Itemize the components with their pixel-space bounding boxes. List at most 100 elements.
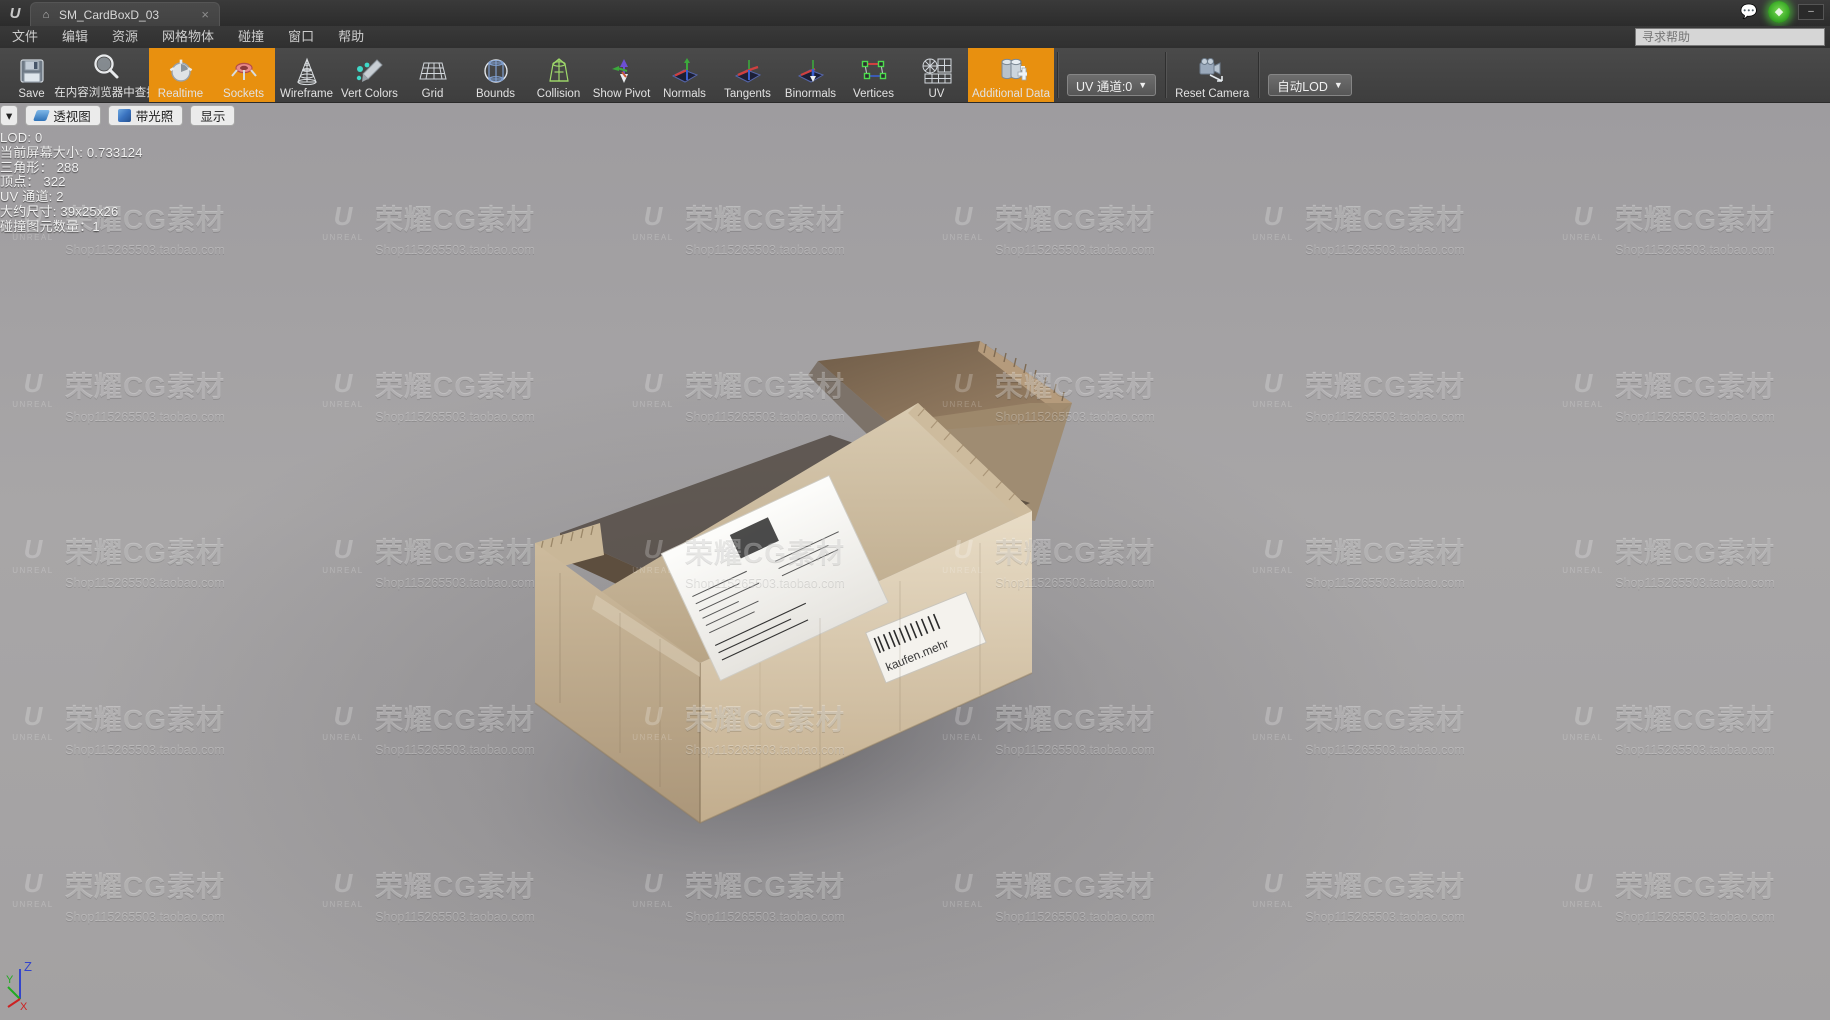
title-bar: U ⌂ SM_CardBoxD_03 × 💬 ◆ – <box>0 0 1830 26</box>
perspective-icon <box>33 109 51 121</box>
svg-text:Z: Z <box>24 959 32 974</box>
grid-button[interactable]: Grid <box>401 48 464 102</box>
tangents-icon <box>733 54 763 87</box>
ue-orb-icon[interactable]: ◆ <box>1768 0 1790 23</box>
viewport-toolbar: ▾ 透视图 带光照 显示 <box>0 103 1830 127</box>
stat-uv-channels: UV 通道: 2 <box>0 189 64 205</box>
show-label: 显示 <box>200 109 226 124</box>
show-pivot-label: Show Pivot <box>592 88 651 100</box>
stat-lod: LOD: 0 <box>0 130 43 145</box>
vert-colors-label: Vert Colors <box>341 88 398 100</box>
close-icon[interactable]: × <box>195 7 209 22</box>
tangents-button[interactable]: Tangents <box>716 48 779 102</box>
sockets-icon <box>229 54 259 87</box>
uv-channel-label: UV 通道:0 <box>1076 79 1133 94</box>
auto-lod-dropdown[interactable]: 自动LOD ▼ <box>1268 74 1352 96</box>
svg-text:Y: Y <box>6 974 14 986</box>
menu-item-window[interactable]: 窗口 <box>276 26 326 48</box>
collision-label: Collision <box>536 88 581 100</box>
additional-data-label: Additional Data <box>972 88 1050 100</box>
realtime-button[interactable]: Realtime <box>149 48 212 102</box>
reset-camera-icon <box>1196 54 1228 87</box>
wireframe-label: Wireframe <box>279 88 334 100</box>
additional-data-icon <box>995 54 1027 87</box>
browse-icon <box>91 50 121 83</box>
binormals-icon <box>796 54 826 87</box>
help-search-input[interactable] <box>1635 28 1825 46</box>
toolbar-separator-3 <box>1258 52 1260 98</box>
document-tab[interactable]: ⌂ SM_CardBoxD_03 × <box>30 2 220 26</box>
uv-channel-dropdown[interactable]: UV 通道:0 ▼ <box>1067 74 1157 96</box>
perspective-dropdown[interactable]: 透视图 <box>25 104 101 126</box>
wireframe-button[interactable]: Wireframe <box>275 48 338 102</box>
find-in-content-browser-button[interactable]: 在内容浏览器中查找 <box>54 48 158 102</box>
tangents-label: Tangents <box>724 88 771 100</box>
viewport-stats: LOD: 0 当前屏幕大小: 0.733124 三角形： 288 顶点： 322… <box>0 131 143 234</box>
find-in-content-browser-label: 在内容浏览器中查找 <box>54 87 158 99</box>
additional-data-button[interactable]: Additional Data <box>968 48 1054 102</box>
collision-icon <box>544 54 574 87</box>
reset-camera-button[interactable]: Reset Camera <box>1169 48 1255 102</box>
stat-vertices: 顶点： 322 <box>0 174 66 190</box>
auto-lod-label: 自动LOD <box>1277 79 1328 94</box>
cardboard-box-model: kaufen.mehr <box>467 341 1113 910</box>
save-icon <box>18 54 46 87</box>
lit-dropdown[interactable]: 带光照 <box>107 104 184 126</box>
realtime-label: Realtime <box>157 88 204 100</box>
menu-item-collision[interactable]: 碰撞 <box>226 26 276 48</box>
normals-icon <box>670 54 700 87</box>
main-toolbar: Save 在内容浏览器中查找 Realtime Sockets Wirefram… <box>0 48 1830 103</box>
vert-colors-button[interactable]: Vert Colors <box>338 48 401 102</box>
ue-logo-icon: U <box>9 4 21 22</box>
auto-lod-combo-wrap: 自动LOD ▼ <box>1262 48 1358 102</box>
grid-label: Grid <box>421 88 444 100</box>
binormals-label: Binormals <box>784 88 837 100</box>
axis-gizmo: Z Y X <box>6 959 32 1012</box>
vert-colors-icon <box>355 54 385 87</box>
menu-item-help[interactable]: 帮助 <box>326 26 376 48</box>
collision-button[interactable]: Collision <box>527 48 590 102</box>
wireframe-icon <box>293 54 321 87</box>
document-tab-label: SM_CardBoxD_03 <box>59 7 160 22</box>
uv-label: UV <box>928 88 945 100</box>
vertices-button[interactable]: Vertices <box>842 48 905 102</box>
stat-screen-size: 当前屏幕大小: 0.733124 <box>0 144 143 160</box>
bounds-button[interactable]: Bounds <box>464 48 527 102</box>
perspective-label: 透视图 <box>53 109 91 124</box>
show-pivot-icon <box>607 54 637 87</box>
normals-button[interactable]: Normals <box>653 48 716 102</box>
toolbar-separator-2 <box>1165 52 1167 98</box>
vertices-label: Vertices <box>853 88 894 100</box>
binormals-button[interactable]: Binormals <box>779 48 842 102</box>
lit-label: 带光照 <box>135 109 174 124</box>
uv-icon <box>921 54 953 87</box>
viewport-options-menu[interactable]: ▾ <box>0 104 19 126</box>
mesh-viewport[interactable]: kaufen.mehr 荣耀CG素材 Shop115265503.taobao.c… <box>0 103 1830 1020</box>
chevron-down-icon: ▼ <box>1138 80 1148 90</box>
menu-item-mesh[interactable]: 网格物体 <box>150 26 226 48</box>
show-pivot-button[interactable]: Show Pivot <box>590 48 653 102</box>
sockets-button[interactable]: Sockets <box>212 48 275 102</box>
menu-item-edit[interactable]: 编辑 <box>50 26 100 48</box>
minimize-button[interactable]: – <box>1798 3 1824 20</box>
show-dropdown[interactable]: 显示 <box>190 104 236 126</box>
lit-cube-icon <box>117 108 131 122</box>
toolbar-separator-1 <box>1057 52 1058 98</box>
vertices-icon <box>859 54 889 87</box>
reset-camera-label: Reset Camera <box>1175 88 1250 100</box>
title-bar-right: 💬 ◆ – <box>1738 0 1830 26</box>
sockets-label: Sockets <box>223 88 264 100</box>
message-icon[interactable]: 💬 <box>1738 3 1760 21</box>
chevron-down-icon: ▾ <box>6 108 13 123</box>
chevron-down-icon: ▼ <box>1333 80 1343 90</box>
menu-item-asset[interactable]: 资源 <box>100 26 150 48</box>
menu-bar: 文件 编辑 资源 网格物体 碰撞 窗口 帮助 <box>0 26 1830 48</box>
home-icon: ⌂ <box>42 8 50 21</box>
stat-approx-size: 大约尺寸: 39x25x26 <box>0 203 119 219</box>
bounds-icon <box>481 54 511 87</box>
bounds-label: Bounds <box>475 88 515 100</box>
grid-icon <box>418 54 448 87</box>
realtime-icon <box>167 54 195 87</box>
uv-button[interactable]: UV <box>905 48 968 102</box>
menu-item-file[interactable]: 文件 <box>0 26 50 48</box>
